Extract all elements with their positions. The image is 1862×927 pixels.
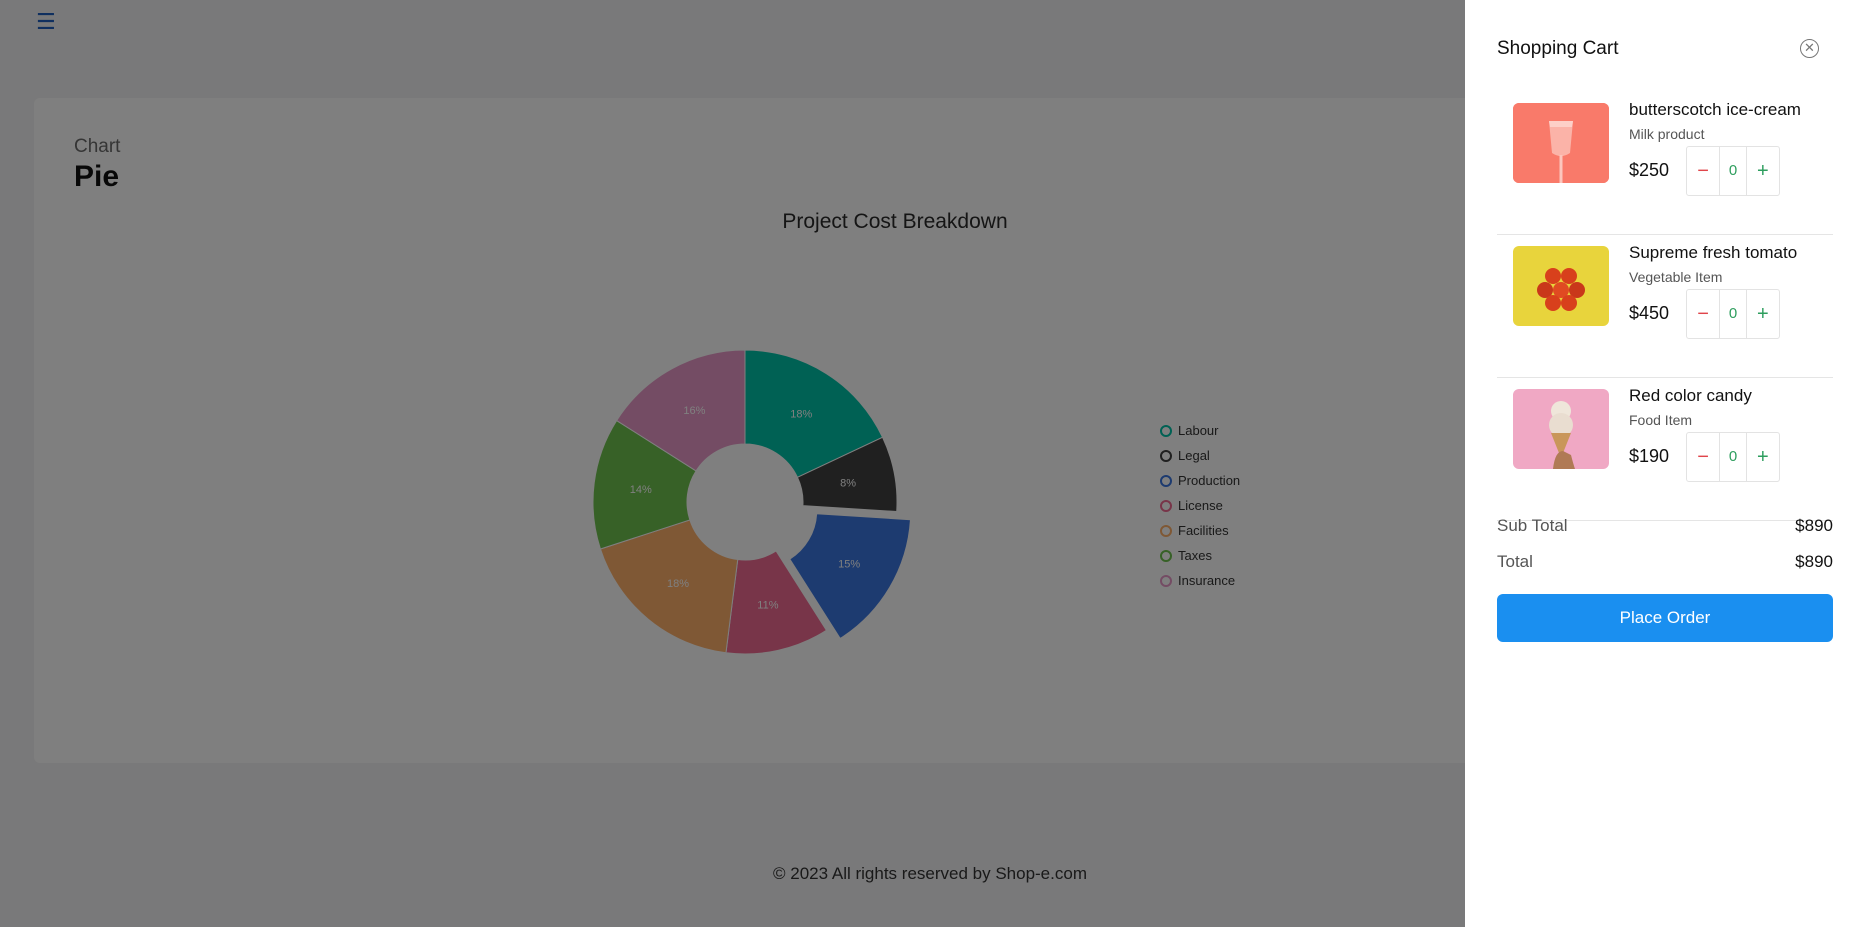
total-value: $890 (1795, 552, 1833, 571)
item-category: Vegetable Item (1629, 269, 1723, 285)
quantity-value[interactable]: 0 (1719, 147, 1747, 195)
decrease-quantity-button[interactable]: − (1687, 433, 1719, 481)
increase-quantity-button[interactable]: + (1747, 433, 1779, 481)
item-price: $190 (1629, 446, 1670, 466)
item-price: $450 (1629, 303, 1670, 323)
quantity-stepper: − 0 + (1686, 432, 1780, 482)
subtotal-row: Sub Total $890 (1497, 516, 1833, 536)
item-name: Supreme fresh tomato (1629, 243, 1798, 262)
tomato-image (1513, 246, 1609, 326)
total-label: Total (1497, 552, 1533, 571)
item-name: Red color candy (1629, 386, 1752, 405)
decrease-quantity-button[interactable]: − (1687, 147, 1719, 195)
cart-item: Red color candy Food Item $190 − 0 + (1497, 378, 1833, 521)
increase-quantity-button[interactable]: + (1747, 290, 1779, 338)
subtotal-label: Sub Total (1497, 516, 1568, 535)
decrease-quantity-button[interactable]: − (1687, 290, 1719, 338)
shopping-cart-drawer: Shopping Cart ✕ butterscotch ice-cream M… (1465, 0, 1862, 927)
quantity-stepper: − 0 + (1686, 289, 1780, 339)
cart-title: Shopping Cart (1497, 38, 1619, 59)
item-category: Milk product (1629, 126, 1705, 142)
item-price: $250 (1629, 160, 1670, 180)
item-name: butterscotch ice-cream (1629, 100, 1801, 119)
increase-quantity-button[interactable]: + (1747, 147, 1779, 195)
ice-cream-image (1513, 103, 1609, 183)
cart-item: butterscotch ice-cream Milk product $250… (1497, 92, 1833, 235)
subtotal-value: $890 (1795, 516, 1833, 535)
total-row: Total $890 (1497, 552, 1833, 572)
quantity-stepper: − 0 + (1686, 146, 1780, 196)
candy-image (1513, 389, 1609, 469)
quantity-value[interactable]: 0 (1719, 433, 1747, 481)
cart-item: Supreme fresh tomato Vegetable Item $450… (1497, 235, 1833, 378)
close-icon[interactable]: ✕ (1800, 39, 1819, 58)
place-order-button[interactable]: Place Order (1497, 594, 1833, 642)
quantity-value[interactable]: 0 (1719, 290, 1747, 338)
item-category: Food Item (1629, 412, 1693, 428)
